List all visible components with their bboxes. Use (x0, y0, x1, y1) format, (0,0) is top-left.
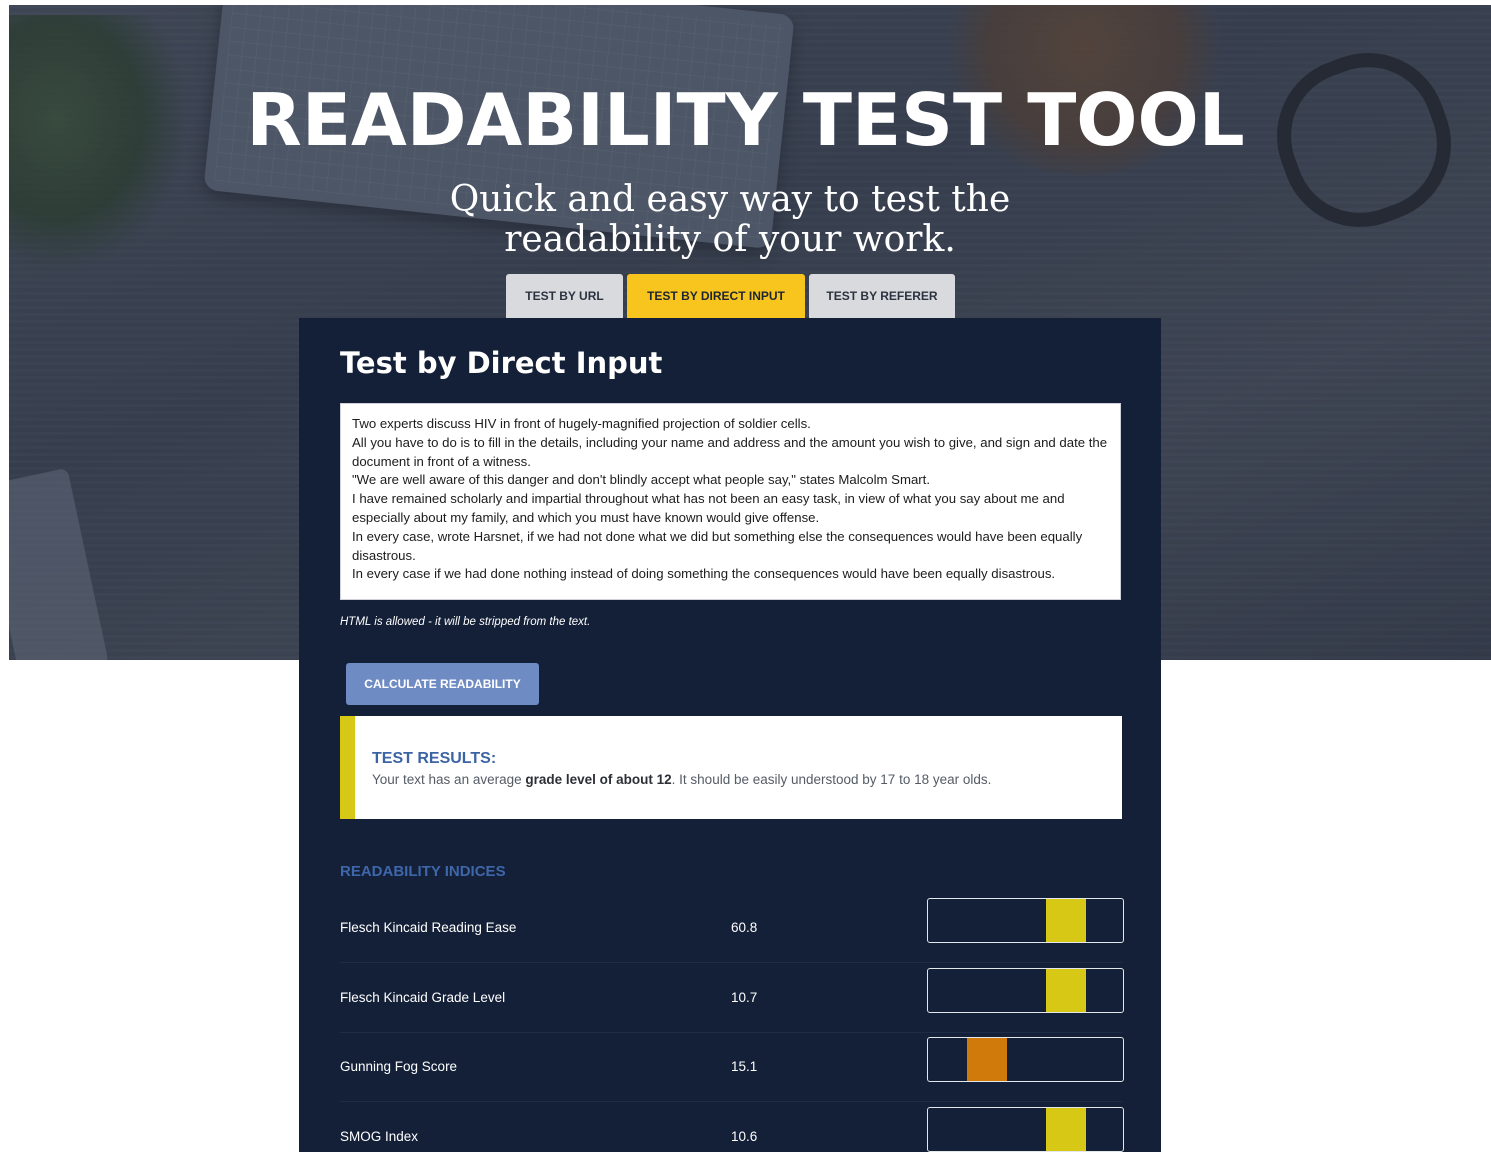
index-value: 15.1 (731, 1059, 758, 1074)
index-score-bar (927, 968, 1124, 1013)
tab-test-by-url[interactable]: TEST BY URL (506, 274, 623, 318)
index-value: 60.8 (731, 920, 758, 935)
index-value: 10.7 (731, 990, 758, 1005)
index-name: Flesch Kincaid Grade Level (340, 990, 506, 1005)
test-results-text: Your text has an average grade level of … (372, 772, 992, 787)
tab-test-by-referer[interactable]: TEST BY REFERER (809, 274, 955, 318)
page-subtitle: Quick and easy way to test the readabili… (449, 179, 1011, 260)
index-row: SMOG Index 10.6 (340, 1102, 1124, 1152)
index-score-marker (967, 1038, 1008, 1081)
text-input-area[interactable]: Two experts discuss HIV in front of huge… (340, 403, 1121, 600)
index-score-marker (1046, 1108, 1087, 1151)
panel-title: Test by Direct Input (340, 346, 663, 380)
index-row: Flesch Kincaid Reading Ease 60.8 (340, 893, 1124, 963)
tab-bar: TEST BY URL TEST BY DIRECT INPUT TEST BY… (506, 274, 955, 318)
index-name: Gunning Fog Score (340, 1059, 458, 1074)
index-score-bar (927, 898, 1124, 943)
index-score-bar (927, 1037, 1124, 1082)
test-results-label: TEST RESULTS: (372, 750, 497, 767)
index-score-marker (1046, 969, 1087, 1012)
index-score-marker (1046, 899, 1087, 942)
readability-indices-title: READABILITY INDICES (340, 863, 506, 880)
index-row: Gunning Fog Score 15.1 (340, 1032, 1124, 1102)
index-name: SMOG Index (340, 1129, 419, 1144)
calculate-readability-button[interactable]: CALCULATE READABILITY (346, 663, 539, 705)
index-score-bar (927, 1107, 1124, 1152)
direct-input-panel: Test by Direct Input Two experts discuss… (299, 318, 1161, 1152)
index-name: Flesch Kincaid Reading Ease (340, 920, 517, 935)
html-allowed-note: HTML is allowed - it will be stripped fr… (340, 616, 591, 628)
index-row: Flesch Kincaid Grade Level 10.7 (340, 963, 1124, 1033)
page-title: READABILITY TEST TOOL (246, 78, 1245, 162)
tab-test-by-direct-input[interactable]: TEST BY DIRECT INPUT (627, 274, 805, 318)
test-results-box: TEST RESULTS: Your text has an average g… (340, 716, 1122, 819)
index-value: 10.6 (731, 1129, 758, 1144)
grade-level-highlight: grade level of about 12 (525, 772, 672, 787)
